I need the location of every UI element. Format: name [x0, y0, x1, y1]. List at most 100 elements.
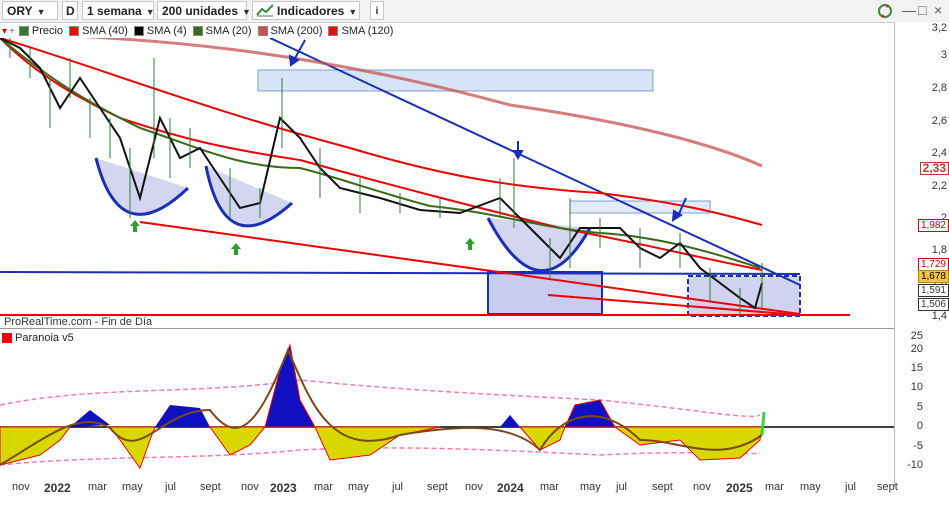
buy-signal-arrows — [130, 220, 475, 255]
minimize-icon: — — [902, 2, 916, 18]
resistance-zone — [257, 69, 654, 92]
price-value-box: 1,591 — [917, 284, 949, 297]
indicator-chart-icon — [256, 4, 274, 17]
price-axis[interactable]: 3,2 3 2,8 2,6 2,4 2,2 2 1,8 1,6 1,4 2,33 1,982 1,72… — [894, 22, 949, 487]
time-tick-label: sept — [200, 481, 221, 493]
time-tick-label: 2024 — [497, 481, 524, 495]
collapse-icon[interactable]: ▾ — [2, 26, 7, 37]
indicator-tick-label: 25 — [910, 330, 923, 342]
symbol-selector[interactable]: ORY ▼ — [2, 1, 58, 20]
period-button[interactable]: D — [62, 1, 78, 20]
interval-label: 1 semana — [87, 4, 142, 18]
lower-band-line — [0, 447, 761, 466]
panel-divider[interactable] — [0, 328, 895, 329]
price-tick-label: 1,4 — [931, 310, 947, 322]
time-tick-label: may — [580, 481, 601, 493]
price-tick-label: 1,8 — [931, 244, 947, 256]
legend-color-swatch — [192, 26, 203, 36]
period-label: D — [66, 4, 75, 18]
time-tick-label: nov — [12, 481, 30, 493]
legend-color-swatch — [18, 26, 29, 36]
legend-label: SMA (200) — [270, 25, 323, 37]
indicators-button[interactable]: Indicadores ▼ — [252, 1, 360, 20]
close-icon: × — [934, 2, 943, 18]
legend-items: Precio SMA (40) SMA (4) SMA (20) SMA (200) SM… — [18, 25, 400, 37]
legend-label: Precio — [31, 25, 64, 37]
units-selector[interactable]: 200 unidades ▼ — [157, 1, 251, 20]
indicator-tick-label: 15 — [910, 362, 923, 374]
indicator-tick-label: -5 — [913, 440, 923, 452]
legend-color-swatch — [69, 26, 80, 36]
price-tick-label: 3 — [940, 49, 947, 61]
refresh-button[interactable] — [875, 2, 895, 20]
price-value-box: 1,506 — [917, 298, 949, 311]
legend-item[interactable]: Precio — [18, 25, 64, 37]
time-tick-label: may — [348, 481, 369, 493]
legend-label: SMA (120) — [341, 25, 394, 37]
chevron-down-icon: ▼ — [36, 7, 46, 17]
paranoia-indicator-chart[interactable] — [0, 340, 895, 480]
price-chart[interactable] — [0, 38, 895, 318]
time-tick-label: mar — [88, 481, 107, 493]
price-tick-label: 2,6 — [931, 115, 947, 127]
upper-band-line — [0, 379, 761, 418]
symbol-label: ORY — [7, 4, 33, 18]
toolbar: ORY ▼ D 1 semana ▼ 200 unidades ▼ Indicador… — [0, 0, 949, 23]
indicator-tick-label: 20 — [910, 343, 923, 355]
chevron-down-icon: ▼ — [145, 7, 155, 17]
price-value-box: 1,678 — [917, 270, 949, 283]
indicator-tick-label: 0 — [916, 420, 923, 432]
time-tick-label: jul — [392, 481, 404, 493]
price-tick-label: 2,8 — [931, 82, 947, 94]
legend-color-swatch — [133, 26, 144, 36]
price-tick-label: 3,2 — [931, 22, 947, 34]
price-value-box: 1,982 — [917, 219, 949, 232]
time-tick-label: mar — [765, 481, 784, 493]
maximize-button[interactable]: □ — [918, 2, 926, 18]
indicator-tick-label: 10 — [910, 381, 923, 393]
time-tick-label: 2022 — [44, 481, 71, 495]
chevron-down-icon: ▼ — [242, 7, 251, 17]
price-tick-label: 2,4 — [931, 147, 947, 159]
time-tick-label: mar — [314, 481, 333, 493]
minimize-button[interactable]: — — [902, 2, 916, 18]
time-tick-label: sept — [652, 481, 673, 493]
indicator-tick-label: -10 — [907, 459, 923, 471]
price-value-box: 2,33 — [919, 162, 949, 175]
indicator-tick-label: 5 — [916, 401, 923, 413]
interval-selector[interactable]: 1 semana ▼ — [82, 1, 155, 20]
indicators-label: Indicadores — [277, 4, 345, 18]
legend-item[interactable]: SMA (4) — [133, 25, 187, 37]
time-tick-label: sept — [877, 481, 898, 493]
time-tick-label: 2023 — [270, 481, 297, 495]
time-tick-label: jul — [616, 481, 628, 493]
price-tick-label: 2,2 — [931, 180, 947, 192]
time-tick-label: 2025 — [726, 481, 753, 495]
time-tick-label: nov — [693, 481, 711, 493]
legend-label: SMA (4) — [146, 25, 187, 37]
info-icon: i — [375, 6, 379, 17]
legend-item[interactable]: SMA (40) — [69, 25, 128, 37]
time-tick-label: may — [800, 481, 821, 493]
legend-item[interactable]: SMA (120) — [328, 25, 393, 37]
chevron-down-icon: ▼ — [348, 7, 358, 17]
info-button[interactable]: i — [370, 1, 384, 20]
maximize-icon: □ — [918, 2, 927, 18]
time-tick-label: sept — [427, 481, 448, 493]
legend-label: SMA (20) — [205, 25, 252, 37]
add-icon[interactable]: + — [9, 26, 15, 37]
time-tick-label: mar — [540, 481, 559, 493]
legend-color-swatch — [328, 26, 339, 36]
time-tick-label: may — [122, 481, 143, 493]
legend-item[interactable]: SMA (20) — [192, 25, 252, 37]
time-tick-label: nov — [241, 481, 259, 493]
time-tick-label: jul — [165, 481, 177, 493]
refresh-icon — [878, 4, 892, 18]
close-button[interactable]: × — [934, 2, 942, 18]
horizontal-support-line — [0, 271, 801, 275]
indicator-legend: ▾ + Precio SMA (40) SMA (4) SMA (20) SMA (20… — [2, 24, 399, 38]
units-label: 200 unidades — [162, 4, 239, 18]
time-tick-label: nov — [465, 481, 483, 493]
sma-200-line — [82, 38, 763, 168]
legend-item[interactable]: SMA (200) — [257, 25, 323, 37]
